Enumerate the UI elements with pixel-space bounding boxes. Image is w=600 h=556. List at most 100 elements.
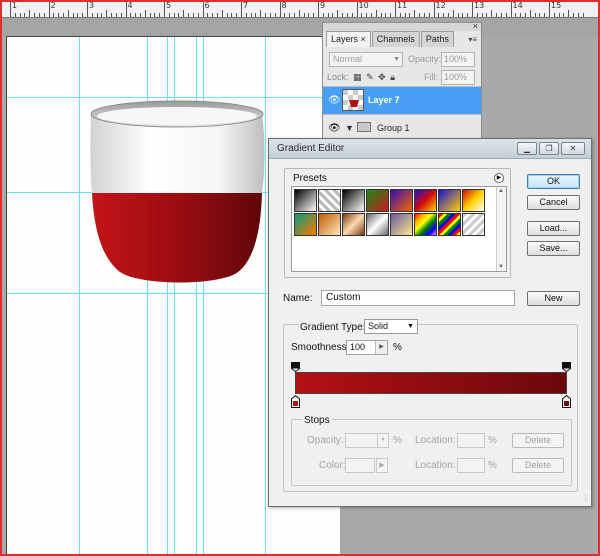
preset-swatch[interactable] (438, 189, 461, 212)
ruler-tick (279, 1, 281, 17)
ruler-tick (380, 13, 382, 17)
color-stop-icon[interactable] (562, 395, 571, 408)
gradient-type-select[interactable]: Solid ▼ (364, 319, 418, 334)
delete-opacity-stop-button[interactable]: Delete (512, 433, 564, 448)
color-stop-icon[interactable] (291, 395, 300, 408)
stop-location-unit: % (488, 460, 497, 471)
preset-swatch[interactable] (462, 189, 485, 212)
guide-line[interactable] (7, 97, 340, 98)
preset-swatch[interactable] (390, 189, 413, 212)
restore-icon[interactable]: ❐ (539, 142, 559, 155)
ruler-tick (173, 13, 175, 17)
ruler-number: 13 (474, 1, 485, 10)
save-button[interactable]: Save... (527, 241, 580, 256)
preset-swatch[interactable] (414, 189, 437, 212)
scroll-down-icon[interactable]: ▼ (498, 264, 504, 270)
fill-field[interactable]: 100% (441, 70, 475, 85)
ruler-tick (144, 10, 146, 17)
ruler-tick (582, 13, 584, 17)
tab-paths[interactable]: Paths (420, 31, 454, 47)
ruler-tick (573, 13, 575, 17)
ok-button[interactable]: OK (527, 174, 580, 189)
stop-location-input[interactable] (457, 458, 485, 473)
opacity-stop-icon[interactable] (562, 362, 571, 372)
preset-swatch[interactable] (366, 189, 389, 212)
lock-position-icon[interactable]: ✥ (378, 72, 386, 83)
scrollbar[interactable]: ▲ ▼ (496, 187, 506, 271)
ruler-number: 4 (127, 1, 133, 10)
expand-triangle-icon[interactable]: ▼ (345, 123, 354, 133)
ruler-tick (159, 13, 161, 17)
stepper-arrow-icon[interactable]: ▾ (377, 434, 388, 447)
ruler-tick (250, 13, 252, 17)
lock-pixels-icon[interactable]: ✎ (366, 72, 374, 83)
load-button[interactable]: Load... (527, 221, 580, 236)
close-icon[interactable]: ✕ (561, 142, 585, 155)
name-label: Name: (283, 293, 313, 304)
preset-swatch[interactable] (414, 213, 437, 236)
ruler-tick (260, 10, 262, 17)
tab-layers[interactable]: Layers × (326, 31, 371, 47)
ruler-tick (106, 10, 108, 17)
dialog-titlebar[interactable]: Gradient Editor ▁ ❐ ✕ (269, 139, 591, 159)
blend-mode-value: Normal (333, 54, 363, 64)
ruler-tick (472, 1, 473, 17)
resize-grip-icon[interactable]: ⁞⁞ (584, 496, 588, 503)
gradient-preview-bar[interactable] (295, 372, 567, 394)
cancel-button[interactable]: Cancel (527, 195, 580, 210)
ruler-tick (303, 13, 305, 17)
preset-swatch[interactable] (390, 213, 413, 236)
opacity-stop-icon[interactable] (291, 362, 300, 372)
stop-color-swatch[interactable] (345, 458, 375, 473)
delete-color-stop-button[interactable]: Delete (512, 458, 564, 473)
eye-icon[interactable]: 👁︎ (328, 123, 341, 134)
ruler-tick (274, 13, 276, 17)
ruler-tick (486, 13, 488, 17)
ruler-tick (428, 13, 430, 17)
ruler-tick (14, 13, 16, 17)
preset-swatch[interactable] (342, 189, 365, 212)
stop-location-label: Location: (415, 435, 456, 446)
lock-all-icon[interactable]: 🔒︎ (390, 72, 395, 83)
smoothness-input[interactable]: 100 ▶ (346, 340, 388, 355)
stop-location-unit: % (488, 435, 497, 446)
presets-group: Presets ▶ ▲ ▼ (284, 168, 511, 278)
preset-swatch[interactable] (366, 213, 389, 236)
ruler-number: 7 (243, 1, 249, 10)
ruler-tick (284, 13, 286, 17)
ruler-tick (149, 13, 151, 17)
blend-mode-select[interactable]: Normal ▼ (329, 52, 403, 67)
presets-menu-icon[interactable]: ▶ (494, 173, 504, 183)
ruler-tick (409, 13, 411, 17)
scroll-up-icon[interactable]: ▲ (498, 188, 504, 194)
eye-icon[interactable]: 👁︎ (328, 95, 341, 106)
preset-swatch[interactable] (342, 213, 365, 236)
opacity-field[interactable]: 100% (441, 52, 475, 67)
minimize-icon[interactable]: ▁ (517, 142, 537, 155)
guide-line[interactable] (79, 37, 80, 556)
preset-swatch[interactable] (318, 213, 341, 236)
preset-swatch[interactable] (438, 213, 461, 236)
ruler-tick (322, 13, 324, 17)
preset-swatch[interactable] (294, 189, 317, 212)
preset-swatch[interactable] (294, 213, 317, 236)
ruler-tick (361, 13, 363, 17)
ruler-tick (58, 13, 60, 17)
close-icon[interactable]: × (473, 21, 478, 31)
new-button[interactable]: New (527, 291, 580, 306)
lock-transparency-icon[interactable]: ▦ (353, 72, 362, 83)
horizontal-ruler: 1 2 3 4 5 6 7 8 9 10 11 12 13 14 15 (0, 0, 600, 18)
gradient-name-input[interactable]: Custom (321, 290, 515, 306)
stepper-arrow-icon[interactable]: ▶ (375, 341, 387, 354)
ruler-tick (101, 13, 103, 17)
layer-row-selected[interactable]: 👁︎ Layer 7 (323, 86, 481, 114)
panel-menu-icon[interactable]: ▾≡ (468, 35, 477, 44)
ruler-tick (433, 1, 435, 17)
preset-swatch[interactable] (462, 213, 485, 236)
panel-titlebar[interactable] (323, 23, 481, 31)
color-menu-arrow-icon[interactable]: ▶ (376, 458, 388, 473)
tab-channels[interactable]: Channels (371, 31, 420, 47)
stop-opacity-input[interactable]: ▾ (345, 433, 389, 448)
stop-location-input[interactable] (457, 433, 485, 448)
preset-swatch[interactable] (318, 189, 341, 212)
